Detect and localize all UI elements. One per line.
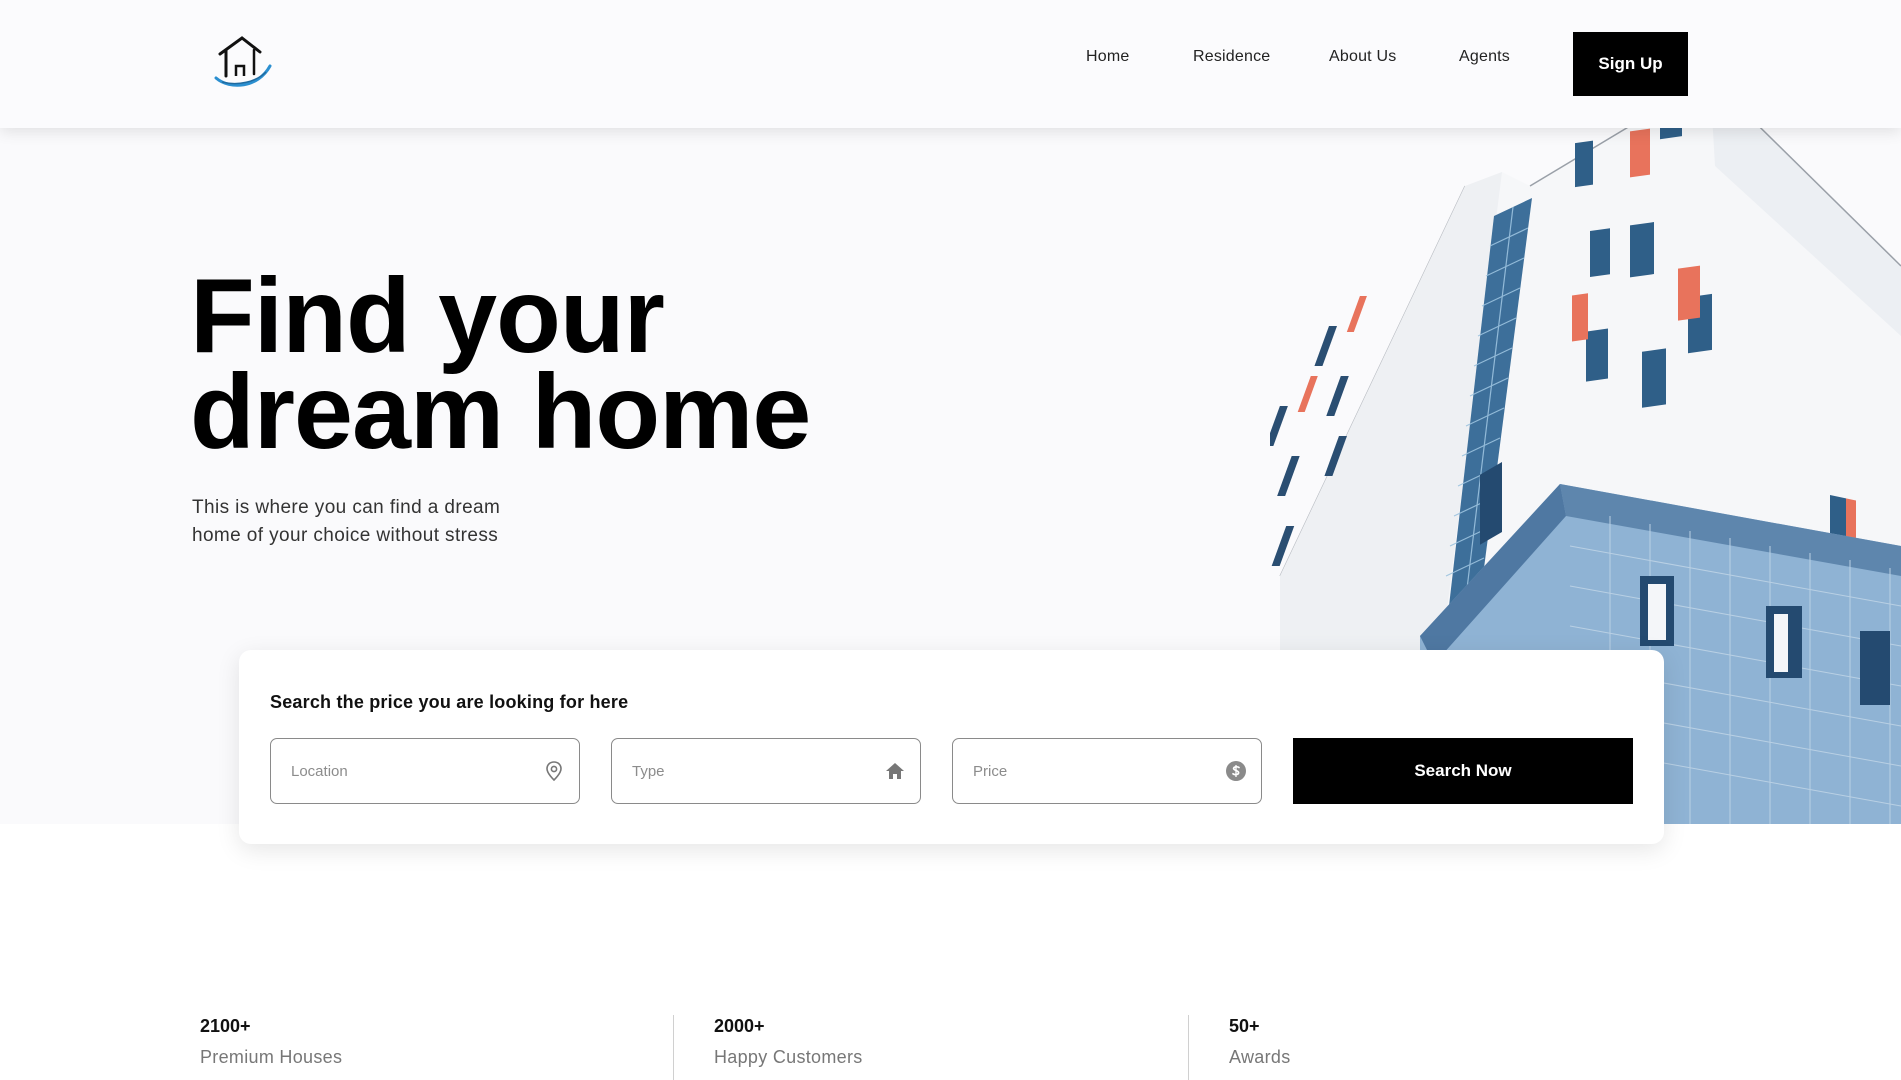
sign-up-button[interactable]: Sign Up bbox=[1573, 32, 1688, 96]
stat-value: 2000+ bbox=[714, 1016, 765, 1036]
location-input[interactable] bbox=[291, 739, 531, 803]
stat-happy-customers: 2000+ Happy Customers bbox=[714, 1016, 863, 1068]
site-header: Home Residence About Us Agents Sign Up bbox=[0, 0, 1901, 128]
stat-value: 50+ bbox=[1229, 1016, 1260, 1036]
location-field[interactable] bbox=[270, 738, 580, 804]
stat-label: Premium Houses bbox=[200, 1047, 343, 1067]
stat-divider bbox=[1188, 1015, 1189, 1080]
stat-premium-houses: 2100+ Premium Houses bbox=[200, 1016, 342, 1068]
nav-residence-link[interactable]: Residence bbox=[1193, 48, 1270, 66]
nav-home-link[interactable]: Home bbox=[1086, 48, 1129, 66]
headline-line-1: Find your bbox=[190, 257, 665, 375]
hero-headline: Find your dream home bbox=[190, 257, 811, 471]
stat-label: Awards bbox=[1229, 1047, 1291, 1067]
hero-subtext: This is where you can find a dream home … bbox=[192, 497, 501, 546]
price-field[interactable] bbox=[952, 738, 1262, 804]
search-now-button[interactable]: Search Now bbox=[1293, 738, 1633, 804]
nav-about-link[interactable]: About Us bbox=[1329, 48, 1396, 66]
headline-line-2: dream home bbox=[190, 353, 811, 471]
price-input[interactable] bbox=[973, 739, 1213, 803]
type-field[interactable] bbox=[611, 738, 921, 804]
stat-value: 2100+ bbox=[200, 1016, 251, 1036]
house-logo-icon[interactable] bbox=[212, 32, 274, 94]
search-title: Search the price you are looking for her… bbox=[270, 692, 629, 712]
type-input[interactable] bbox=[632, 739, 872, 803]
home-icon bbox=[886, 763, 904, 779]
nav-agents-link[interactable]: Agents bbox=[1459, 48, 1510, 66]
stat-label: Happy Customers bbox=[714, 1047, 863, 1067]
stat-awards: 50+ Awards bbox=[1229, 1016, 1291, 1068]
location-pin-icon bbox=[546, 761, 562, 782]
dollar-icon bbox=[1226, 761, 1246, 781]
stat-divider bbox=[673, 1015, 674, 1080]
search-card: Search the price you are looking for her… bbox=[239, 650, 1664, 844]
